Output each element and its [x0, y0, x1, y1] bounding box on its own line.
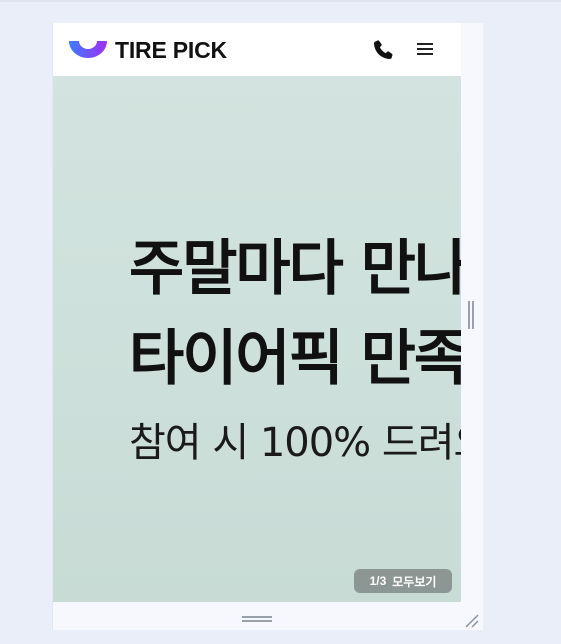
- top-divider: [0, 0, 561, 2]
- slide-counter: 1/3: [369, 574, 387, 588]
- call-button[interactable]: [371, 38, 395, 62]
- brand-name: TIRE PICK: [115, 36, 227, 63]
- hero-headline-line1: 주말마다 만나: [129, 234, 461, 304]
- resize-grip-icon[interactable]: [463, 612, 479, 628]
- width-resize-handle[interactable]: [468, 301, 474, 329]
- slide-counter-button[interactable]: 1/3 모두보기: [354, 569, 452, 593]
- hamburger-menu-icon: [415, 43, 435, 55]
- menu-button[interactable]: [415, 40, 435, 60]
- hero-headline-line2: 타이어픽 만족: [129, 324, 461, 394]
- page: TIRE PICK 주말마다 만나 타이어픽 만족 참여 시 100% 드려요: [0, 0, 561, 644]
- view-all-label: 모두보기: [392, 574, 437, 589]
- hero-subtitle: 참여 시 100% 드려요: [129, 420, 461, 466]
- device-frame: TIRE PICK 주말마다 만나 타이어픽 만족 참여 시 100% 드려요: [52, 23, 483, 630]
- site-header: TIRE PICK: [53, 23, 461, 76]
- height-resize-handle[interactable]: [242, 616, 272, 622]
- tirepick-logo-icon: [69, 41, 107, 58]
- phone-icon: [373, 40, 393, 60]
- brand-logo[interactable]: TIRE PICK: [67, 37, 227, 63]
- mobile-viewport[interactable]: TIRE PICK 주말마다 만나 타이어픽 만족 참여 시 100% 드려요: [53, 23, 461, 602]
- hero-banner[interactable]: 주말마다 만나 타이어픽 만족 참여 시 100% 드려요 1/3 모두보기: [53, 76, 461, 602]
